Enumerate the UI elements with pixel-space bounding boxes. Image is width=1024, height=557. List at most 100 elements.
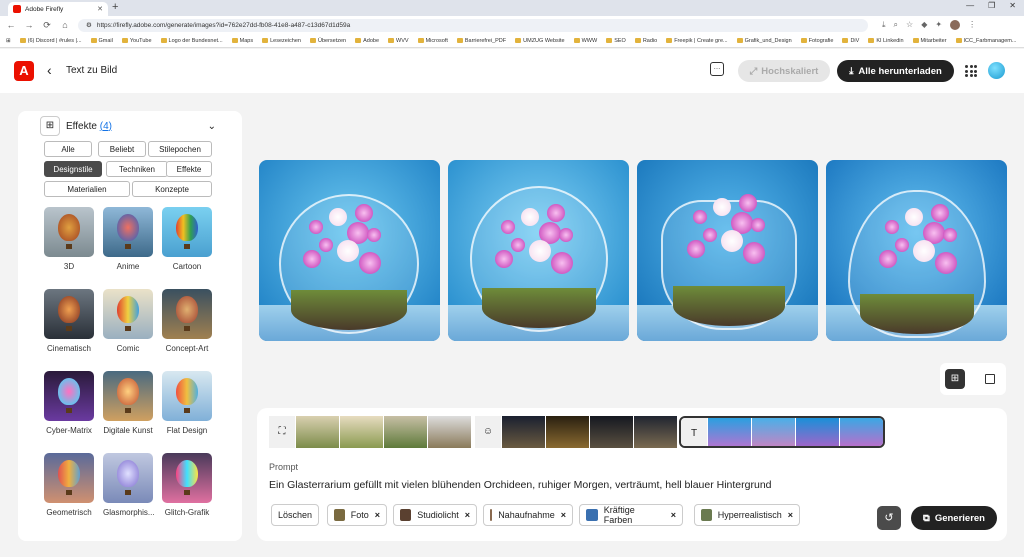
adobe-logo[interactable]: A <box>14 61 34 81</box>
bookmark-item[interactable]: (6) Discord | #rules |... <box>19 38 82 44</box>
bookmark-item[interactable]: Gmail <box>90 38 113 44</box>
filter-chip[interactable]: Beliebt <box>98 141 146 157</box>
bookmark-item[interactable]: WVV <box>388 38 409 44</box>
generated-image[interactable] <box>826 160 1007 341</box>
style-option[interactable]: Glitch-Grafik <box>162 453 212 517</box>
close-window-icon[interactable]: ✕ <box>1009 1 1016 10</box>
back-arrow-icon[interactable]: ← <box>6 20 16 30</box>
bookmark-item[interactable]: Freepik | Create gre... <box>666 38 728 44</box>
minimize-icon[interactable]: — <box>966 1 974 10</box>
reload-icon[interactable]: ⟳ <box>42 20 52 31</box>
bookmark-item[interactable]: KI Linkedin <box>868 38 904 44</box>
bookmark-item[interactable]: Maps <box>231 38 253 44</box>
download-icon[interactable]: ⤓ <box>882 20 886 30</box>
single-view-icon[interactable] <box>985 374 995 384</box>
puzzle-icon[interactable]: ✦ <box>935 20 942 30</box>
bookmark-item[interactable]: Logo der Bundesnet... <box>160 38 223 44</box>
bookmark-item[interactable]: WWW <box>573 38 597 44</box>
style-tag[interactable]: Kräftige Farben × <box>579 504 683 526</box>
style-option[interactable]: Cinematisch <box>44 289 94 353</box>
effects-count[interactable]: (4) <box>100 121 112 132</box>
feedback-icon[interactable]: … <box>710 62 724 76</box>
effects-header[interactable]: ⊞ Effekte (4) ⌄ <box>40 115 216 137</box>
style-option[interactable]: Geometrisch <box>44 453 94 517</box>
site-info-icon[interactable]: ⚙ <box>86 21 92 29</box>
star-bookmark-icon[interactable]: ☆ <box>906 20 913 30</box>
bookmark-item[interactable]: Fotografie <box>800 38 833 44</box>
chevron-down-icon[interactable]: ⌄ <box>208 121 216 132</box>
filter-chip[interactable]: Techniken <box>106 161 168 177</box>
bookmark-item[interactable]: SEO <box>606 38 626 44</box>
filter-chip[interactable]: Stilepochen <box>148 141 212 157</box>
remove-tag-icon[interactable]: × <box>561 510 566 520</box>
bookmark-item[interactable]: UMZUG Website <box>515 38 565 44</box>
generated-image[interactable] <box>259 160 440 341</box>
back-chevron-icon[interactable]: ‹ <box>47 62 52 78</box>
generate-button[interactable]: ⧉ Generieren <box>911 506 997 530</box>
remove-tag-icon[interactable]: × <box>375 510 380 520</box>
style-tag[interactable]: Studiolicht × <box>393 504 477 526</box>
apps-grid-icon[interactable] <box>965 65 977 77</box>
bookmark-folder-icon <box>231 38 238 43</box>
extension-icon[interactable]: ◆ <box>921 20 927 30</box>
profile-avatar[interactable] <box>950 20 961 30</box>
bookmark-item[interactable]: Radio <box>634 38 657 44</box>
bookmark-item[interactable]: Übersetzen <box>309 38 346 44</box>
style-option[interactable]: 3D <box>44 207 94 271</box>
bookmarks-bar: ⊞ (6) Discord | #rules |... Gmail YouTube Lo… <box>0 34 1024 48</box>
forward-arrow-icon[interactable]: → <box>24 20 34 30</box>
bookmark-item[interactable]: YouTube <box>121 38 152 44</box>
filter-chip[interactable]: Designstile <box>44 161 102 177</box>
clear-button[interactable]: Löschen <box>271 504 319 526</box>
bookmark-item[interactable]: Barrierefrei_PDF <box>456 38 506 44</box>
style-reference-strip[interactable]: ☺ <box>475 416 677 448</box>
bookmark-item[interactable]: Grafik_und_Design <box>736 38 792 44</box>
style-option[interactable]: Digitale Kunst <box>103 371 153 435</box>
effects-reference-strip[interactable]: T <box>679 416 885 448</box>
bookmark-item[interactable]: Adobe <box>355 38 379 44</box>
grid-view-icon[interactable]: ⊞ <box>945 369 965 389</box>
history-button[interactable]: ↺ <box>877 506 901 530</box>
bookmark-item[interactable]: Mitarbeiter <box>912 38 947 44</box>
filter-chip[interactable]: Konzepte <box>132 181 212 197</box>
filter-chip[interactable]: Alle <box>44 141 92 157</box>
style-option[interactable]: Flat Design <box>162 371 212 435</box>
close-tab-icon[interactable]: ✕ <box>97 5 103 13</box>
hot-air-balloon-icon <box>117 296 139 323</box>
download-all-button[interactable]: ⤓ Alle herunterladen <box>837 60 954 82</box>
structure-reference-strip[interactable]: ⛶ <box>269 416 471 448</box>
style-option[interactable]: Glasmorphis... <box>103 453 155 517</box>
style-tag[interactable]: Nahaufnahme × <box>483 504 573 526</box>
prompt-input[interactable]: Ein Glasterrarium gefüllt mit vielen blü… <box>269 479 772 491</box>
remove-tag-icon[interactable]: × <box>465 510 470 520</box>
style-tag[interactable]: Hyperrealistisch × <box>694 504 800 526</box>
apps-icon[interactable]: ⊞ <box>6 38 11 44</box>
filter-chip[interactable]: Materialien <box>44 181 130 197</box>
remove-tag-icon[interactable]: × <box>788 510 793 520</box>
bookmark-item[interactable]: DiV <box>842 38 859 44</box>
url-field[interactable]: ⚙ https://firefly.adobe.com/generate/ima… <box>78 18 868 32</box>
style-option[interactable]: Cartoon <box>162 207 212 271</box>
new-tab-icon[interactable]: + <box>112 1 118 13</box>
structure-icon: ⛶ <box>269 416 295 448</box>
bookmark-item[interactable]: Lesezeichen <box>262 38 301 44</box>
filter-chip[interactable]: Effekte <box>166 161 212 177</box>
style-option[interactable]: Anime <box>103 207 153 271</box>
user-avatar[interactable] <box>988 62 1005 79</box>
menu-dots-icon[interactable]: ⋮ <box>968 20 976 30</box>
generated-image[interactable] <box>448 160 629 341</box>
generated-image[interactable] <box>637 160 818 341</box>
remove-tag-icon[interactable]: × <box>671 510 676 520</box>
bookmark-item[interactable]: Microsoft <box>417 38 448 44</box>
upscale-button[interactable]: ⤢ Hochskaliert <box>738 60 830 82</box>
browser-tab[interactable]: Adobe Firefly ✕ <box>8 2 108 16</box>
zoom-icon[interactable]: ⌕ <box>894 20 898 30</box>
effects-icon: ⊞ <box>40 116 60 136</box>
style-option[interactable]: Comic <box>103 289 153 353</box>
bookmark-item[interactable]: ICC_Farbmanagem... <box>955 38 1016 44</box>
maximize-icon[interactable]: ❐ <box>988 1 995 10</box>
style-option[interactable]: Cyber-Matrix <box>44 371 94 435</box>
style-tag[interactable]: Foto × <box>327 504 387 526</box>
home-icon[interactable]: ⌂ <box>60 20 70 30</box>
style-option[interactable]: Concept-Art <box>162 289 212 353</box>
